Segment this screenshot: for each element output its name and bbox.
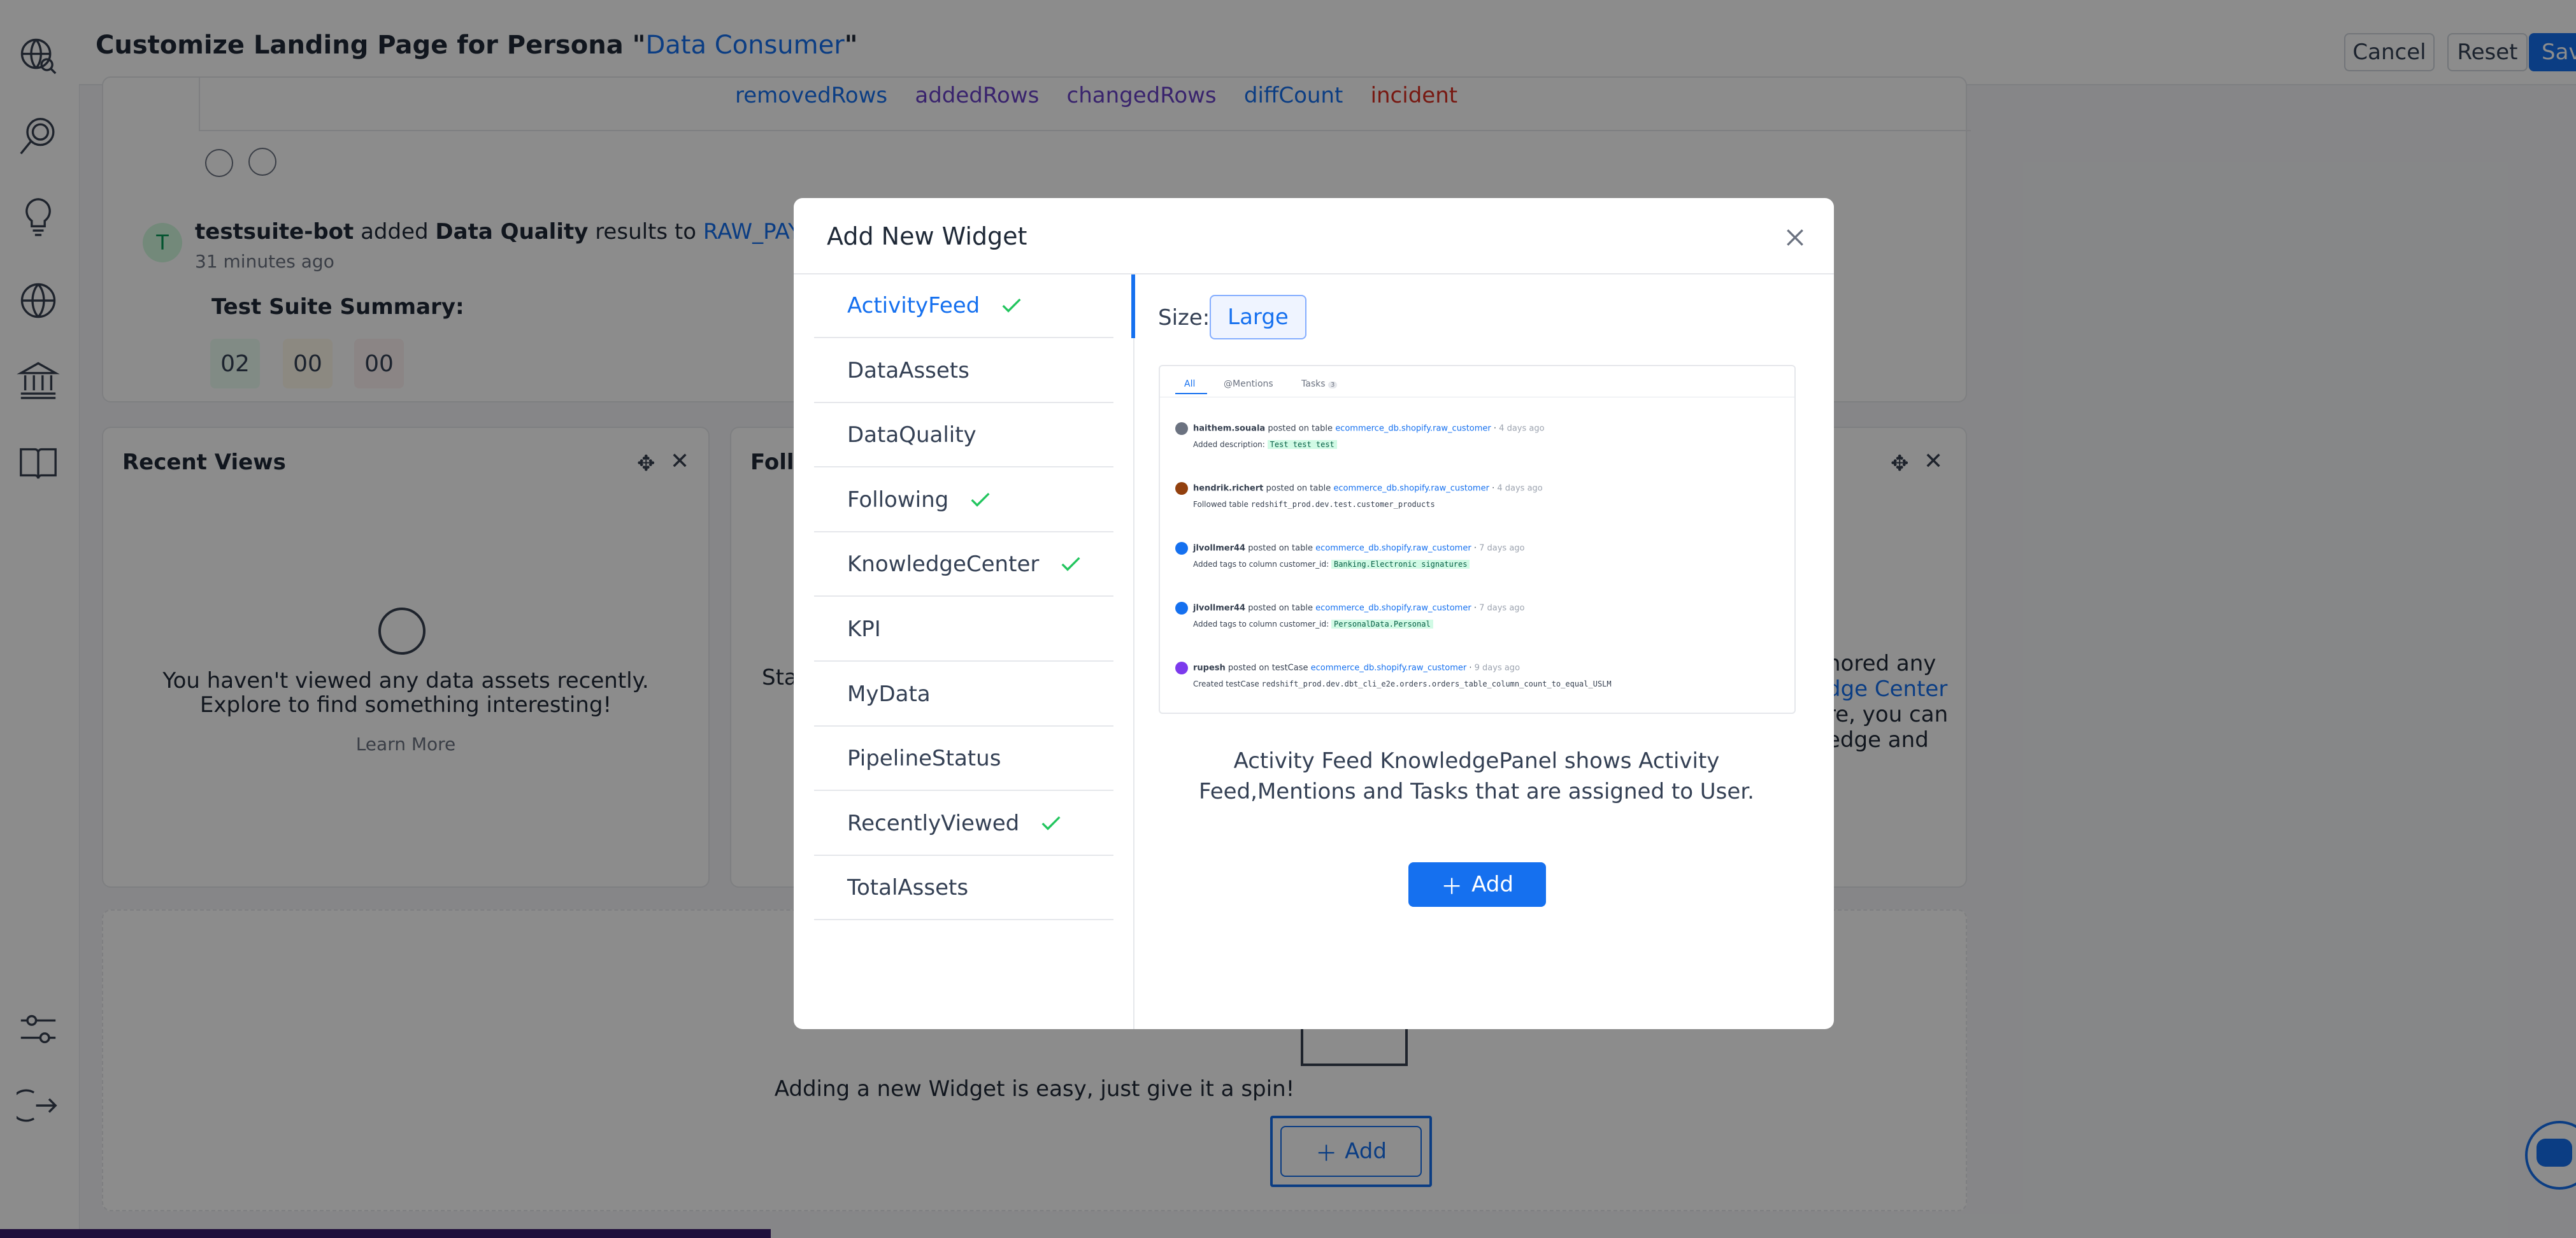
preview-tab-all: All [1184,379,1196,389]
active-tab-indicator [1131,274,1135,338]
widget-list-label: Following [847,487,949,513]
preview-avatar [1175,542,1188,555]
preview-feed-detail: Added tags to column customer_id: Bankin… [1193,560,1470,569]
modal-title: Add New Widget [827,222,1027,250]
widget-list-label: TotalAssets [847,875,969,901]
widget-list-label: RecentlyViewed [847,810,1020,836]
check-icon [1061,557,1080,572]
widget-list-label: MyData [847,681,931,707]
preview-feed-detail: Added description: Test test test [1193,440,1337,449]
add-button[interactable]: ＋ Add [1408,862,1546,907]
widget-list-item-totalassets[interactable]: TotalAssets [814,857,1113,921]
add-widget-modal: Add New Widget ActivityFeed DataAssets Dat… [794,198,1834,1029]
preview-tab-tasks: Tasks 3 [1301,379,1338,389]
widget-preview-image: All @Mentions Tasks 3 haithem.souala pos… [1159,365,1796,714]
preview-avatar [1175,422,1188,435]
check-icon [971,492,990,507]
preview-feed-row: haithem.souala posted on table ecommerce… [1175,422,1545,449]
widget-description: Activity Feed KnowledgePanel shows Activ… [1199,748,1754,804]
preview-tab-mentions: @Mentions [1224,379,1273,389]
widget-list-item-dataassets[interactable]: DataAssets [814,339,1113,403]
widget-list-item-pipelinestatus[interactable]: PipelineStatus [814,727,1113,792]
check-icon [1041,816,1061,830]
widget-list-label: DataQuality [847,422,977,448]
preview-avatar [1175,602,1188,615]
preview-tab-underline [1175,393,1207,394]
preview-feed-detail: Created testCase redshift_prod.dev.dbt_c… [1193,679,1612,688]
preview-avatar [1175,662,1188,674]
preview-feed-row: hendrik.richert posted on table ecommerc… [1175,482,1543,509]
plus-icon: ＋ [1441,874,1463,900]
widget-list-label: DataAssets [847,357,970,383]
widget-list-label: KnowledgeCenter [847,551,1040,578]
widget-list-item-activityfeed[interactable]: ActivityFeed [814,274,1113,338]
preview-feed-detail: Followed table redshift_prod.dev.test.cu… [1193,500,1435,509]
preview-feed-row: jlvollmer44 posted on table ecommerce_db… [1175,542,1525,569]
size-label: Size: [1158,305,1210,331]
preview-avatar [1175,482,1188,495]
widget-list-item-knowledgecenter[interactable]: KnowledgeCenter [814,533,1113,597]
widget-list-label: PipelineStatus [847,746,1001,772]
widget-list-label: ActivityFeed [847,293,980,318]
modal-body-divider [1133,274,1134,1029]
preview-feed-row: rupesh posted on testCase ecommerce_db.s… [1175,662,1612,688]
widget-list-item-kpi[interactable]: KPI [814,598,1113,662]
close-icon[interactable] [1777,220,1813,255]
widget-list-label: KPI [847,616,881,642]
preview-feed-row: jlvollmer44 posted on table ecommerce_db… [1175,602,1525,629]
widget-list-item-following[interactable]: Following [814,469,1113,532]
preview-feed-detail: Added tags to column customer_id: Person… [1193,620,1433,629]
widget-list-item-dataquality[interactable]: DataQuality [814,404,1113,468]
check-icon [1002,298,1021,313]
widget-list-item-mydata[interactable]: MyData [814,663,1113,727]
widget-list-item-recentlyviewed[interactable]: RecentlyViewed [814,792,1113,856]
size-option-large[interactable]: Large [1210,295,1306,339]
